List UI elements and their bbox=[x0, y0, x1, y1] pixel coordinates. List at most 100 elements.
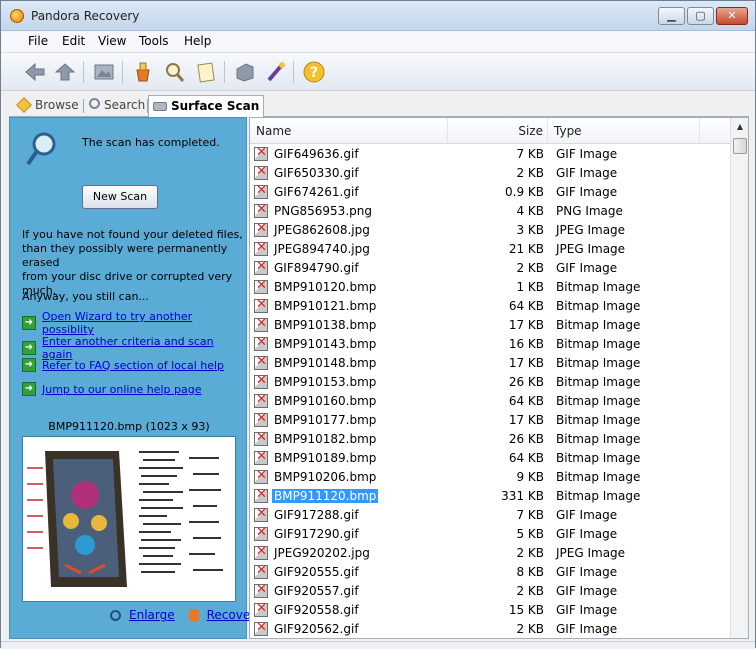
file-name[interactable]: GIF650330.gif bbox=[272, 166, 361, 180]
search-icon[interactable] bbox=[161, 59, 187, 85]
file-name[interactable]: BMP910177.bmp bbox=[272, 413, 378, 427]
deleted-file-icon: ✕ bbox=[254, 221, 268, 237]
file-row[interactable]: ✕ JPEG862608.jpg 3 KB JPEG Image bbox=[250, 221, 730, 240]
file-size: 2 KB bbox=[516, 584, 544, 598]
file-name[interactable]: GIF649636.gif bbox=[272, 147, 361, 161]
file-row[interactable]: ✕ GIF920555.gif 8 KB GIF Image bbox=[250, 563, 730, 582]
link-open-wizard[interactable]: ➜ Open Wizard to try another possiblity bbox=[22, 310, 246, 336]
file-row[interactable]: ✕ JPEG894740.jpg 21 KB JPEG Image bbox=[250, 240, 730, 259]
link-faq[interactable]: ➜ Refer to FAQ section of local help bbox=[22, 358, 224, 372]
file-name[interactable]: BMP910206.bmp bbox=[272, 470, 378, 484]
file-name[interactable]: JPEG862608.jpg bbox=[272, 223, 372, 237]
new-scan-button[interactable]: New Scan bbox=[82, 185, 158, 209]
scan-results-panel: The scan has completed. New Scan If you … bbox=[9, 117, 255, 639]
deleted-file-icon: ✕ bbox=[254, 164, 268, 180]
file-name[interactable]: GIF920555.gif bbox=[272, 565, 361, 579]
file-name[interactable]: GIF894790.gif bbox=[272, 261, 361, 275]
file-row[interactable]: ✕ BMP910206.bmp 9 KB Bitmap Image bbox=[250, 468, 730, 487]
file-row[interactable]: ✕ JPEG920202.jpg 2 KB JPEG Image bbox=[250, 544, 730, 563]
magnifier-icon bbox=[110, 609, 121, 621]
file-name[interactable]: BMP910148.bmp bbox=[272, 356, 378, 370]
menu-help[interactable]: Help bbox=[184, 34, 211, 48]
file-name[interactable]: BMP910120.bmp bbox=[272, 280, 378, 294]
link-faq-label[interactable]: Refer to FAQ section of local help bbox=[42, 359, 224, 372]
file-name[interactable]: JPEG920202.jpg bbox=[272, 546, 372, 560]
file-name[interactable]: GIF917288.gif bbox=[272, 508, 361, 522]
file-row[interactable]: ✕ BMP911120.bmp 331 KB Bitmap Image bbox=[250, 487, 730, 506]
deleted-file-icon: ✕ bbox=[254, 506, 268, 522]
stack-icon[interactable] bbox=[232, 59, 258, 85]
file-row[interactable]: ✕ GIF920557.gif 2 KB GIF Image bbox=[250, 582, 730, 601]
tab-browse[interactable]: Browse bbox=[13, 95, 83, 117]
column-header-size[interactable]: Size bbox=[448, 118, 548, 144]
scroll-thumb[interactable] bbox=[733, 138, 747, 154]
vertical-scrollbar[interactable]: ▲ bbox=[730, 118, 748, 638]
file-name[interactable]: PNG856953.png bbox=[272, 204, 374, 218]
file-name[interactable]: BMP910182.bmp bbox=[272, 432, 378, 446]
file-row[interactable]: ✕ GIF917290.gif 5 KB GIF Image bbox=[250, 525, 730, 544]
enlarge-link[interactable]: Enlarge bbox=[129, 608, 175, 622]
menu-view[interactable]: View bbox=[98, 34, 126, 48]
file-name[interactable]: GIF920557.gif bbox=[272, 584, 361, 598]
back-icon[interactable] bbox=[22, 59, 48, 85]
file-row[interactable]: ✕ BMP910177.bmp 17 KB Bitmap Image bbox=[250, 411, 730, 430]
file-name[interactable]: GIF920562.gif bbox=[272, 622, 361, 636]
file-row[interactable]: ✕ BMP910148.bmp 17 KB Bitmap Image bbox=[250, 354, 730, 373]
wizard-icon[interactable] bbox=[263, 59, 289, 85]
recover-icon bbox=[188, 609, 199, 621]
file-name[interactable]: BMP910138.bmp bbox=[272, 318, 378, 332]
file-name[interactable]: BMP910160.bmp bbox=[272, 394, 378, 408]
tab-search[interactable]: Search bbox=[85, 95, 149, 117]
file-name[interactable]: BMP911120.bmp bbox=[272, 489, 379, 503]
file-row[interactable]: ✕ BMP910153.bmp 26 KB Bitmap Image bbox=[250, 373, 730, 392]
forward-icon[interactable] bbox=[52, 59, 78, 85]
file-row[interactable]: ✕ GIF674261.gif 0.9 KB GIF Image bbox=[250, 183, 730, 202]
notes-icon[interactable] bbox=[193, 59, 219, 85]
file-row[interactable]: ✕ BMP910121.bmp 64 KB Bitmap Image bbox=[250, 297, 730, 316]
file-name[interactable]: BMP910143.bmp bbox=[272, 337, 378, 351]
menu-tools[interactable]: Tools bbox=[139, 34, 169, 48]
file-row[interactable]: ✕ GIF894790.gif 2 KB GIF Image bbox=[250, 259, 730, 278]
file-type: GIF Image bbox=[556, 565, 618, 579]
menu-file[interactable]: File bbox=[28, 34, 48, 48]
maximize-button[interactable]: ▢ bbox=[687, 7, 714, 25]
file-row[interactable]: ✕ BMP910143.bmp 16 KB Bitmap Image bbox=[250, 335, 730, 354]
menu-edit[interactable]: Edit bbox=[62, 34, 85, 48]
file-row[interactable]: ✕ BMP910120.bmp 1 KB Bitmap Image bbox=[250, 278, 730, 297]
tab-surface-scan[interactable]: Surface Scan bbox=[148, 95, 265, 117]
recover-link[interactable]: Recover bbox=[207, 608, 256, 622]
column-header-name[interactable]: Name bbox=[250, 118, 448, 144]
close-button[interactable]: ✕ bbox=[716, 7, 748, 25]
file-name[interactable]: GIF920558.gif bbox=[272, 603, 361, 617]
list-header: Name Size Type bbox=[250, 118, 730, 144]
scroll-up-icon[interactable]: ▲ bbox=[733, 120, 747, 134]
file-row[interactable]: ✕ BMP910182.bmp 26 KB Bitmap Image bbox=[250, 430, 730, 449]
file-row[interactable]: ✕ BMP910189.bmp 64 KB Bitmap Image bbox=[250, 449, 730, 468]
picture-icon[interactable] bbox=[91, 59, 117, 85]
link-open-wizard-label[interactable]: Open Wizard to try another possiblity bbox=[42, 310, 246, 336]
file-size: 0.9 KB bbox=[505, 185, 544, 199]
file-row[interactable]: ✕ PNG856953.png 4 KB PNG Image bbox=[250, 202, 730, 221]
file-row[interactable]: ✕ GIF649636.gif 7 KB GIF Image bbox=[250, 145, 730, 164]
file-name[interactable]: BMP910153.bmp bbox=[272, 375, 378, 389]
title-bar[interactable]: Pandora Recovery ▁ ▢ ✕ bbox=[1, 1, 755, 31]
minimize-button[interactable]: ▁ bbox=[658, 7, 685, 25]
file-name[interactable]: BMP910189.bmp bbox=[272, 451, 378, 465]
file-row[interactable]: ✕ GIF917288.gif 7 KB GIF Image bbox=[250, 506, 730, 525]
arrow-right-icon: ➜ bbox=[22, 341, 36, 355]
help-icon[interactable]: ? bbox=[301, 59, 327, 85]
file-name[interactable]: BMP910121.bmp bbox=[272, 299, 378, 313]
file-row[interactable]: ✕ BMP910138.bmp 17 KB Bitmap Image bbox=[250, 316, 730, 335]
image-preview[interactable] bbox=[22, 436, 236, 602]
link-online-help-label[interactable]: Jump to our online help page bbox=[42, 383, 201, 396]
file-row[interactable]: ✕ GIF920558.gif 15 KB GIF Image bbox=[250, 601, 730, 620]
file-name[interactable]: GIF917290.gif bbox=[272, 527, 361, 541]
recover-icon[interactable] bbox=[130, 59, 156, 85]
link-online-help[interactable]: ➜ Jump to our online help page bbox=[22, 382, 201, 396]
file-row[interactable]: ✕ BMP910160.bmp 64 KB Bitmap Image bbox=[250, 392, 730, 411]
file-row[interactable]: ✕ GIF650330.gif 2 KB GIF Image bbox=[250, 164, 730, 183]
file-name[interactable]: JPEG894740.jpg bbox=[272, 242, 372, 256]
file-name[interactable]: GIF674261.gif bbox=[272, 185, 361, 199]
file-row[interactable]: ✕ GIF920562.gif 2 KB GIF Image bbox=[250, 620, 730, 639]
column-header-type[interactable]: Type bbox=[548, 118, 700, 144]
